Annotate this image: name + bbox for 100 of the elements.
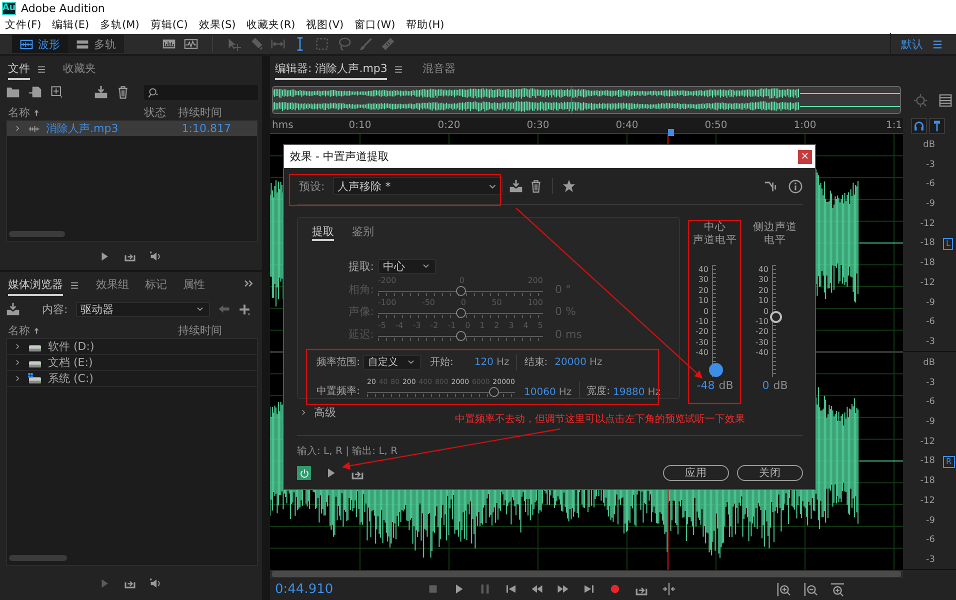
view-mode-tab[interactable]: 多轨 — [68, 35, 124, 53]
editor-tab[interactable]: 编辑器: 消除人声.mp3 — [275, 58, 388, 80]
preset-label: 预设: — [299, 178, 325, 194]
db-scale-label: -12 — [919, 278, 935, 288]
menu-item[interactable]: 帮助(H) — [401, 18, 450, 32]
editor-tab[interactable]: 混音器 — [422, 58, 456, 80]
dialog-button[interactable]: 应用 — [663, 465, 729, 481]
panel-tab[interactable]: 效果组 — [96, 274, 129, 296]
channel-badge[interactable]: L — [943, 238, 954, 250]
window-title: Adobe Audition — [21, 2, 105, 14]
meter-scale-label: -30 — [695, 338, 709, 347]
panel-tab[interactable]: 属性 — [183, 274, 205, 296]
meter-scale-label: 40 — [697, 265, 709, 274]
meter-scale-label: 0 — [762, 306, 769, 316]
meter-scale-label: 20 — [757, 286, 769, 295]
view-mode-tab[interactable]: 波形 — [12, 35, 68, 53]
meter-title: 中心 — [703, 221, 727, 234]
content-label: 内容: — [42, 302, 68, 316]
meter-scale-label: 10 — [697, 296, 709, 306]
width-value[interactable]: 19880 — [612, 387, 645, 398]
meter-title: 侧边声道 — [753, 221, 797, 234]
menu-item[interactable]: 文件(F) — [0, 18, 48, 32]
end-value[interactable]: 20000 — [554, 356, 586, 368]
meter-title: 声道电平 — [693, 234, 737, 247]
db-scale-label: -3 — [925, 378, 935, 388]
meter-scale-label: 20 — [697, 286, 709, 295]
ruler-label: 0:40 — [616, 120, 638, 131]
meter-scale-label: 30 — [757, 275, 769, 284]
menu-item[interactable]: 视图(V) — [301, 18, 350, 32]
width-label: 宽度: — [586, 384, 610, 398]
dialog-button[interactable]: 关闭 — [737, 465, 803, 481]
extract-dropdown[interactable]: 中心 — [378, 258, 436, 274]
level-unit: dB — [773, 379, 788, 392]
db-scale-label: -6 — [925, 179, 935, 190]
meter-scale-label: 10 — [757, 296, 769, 306]
range-label: 频率范围: — [316, 356, 360, 370]
io-label: 输入: L, R | 输出: L, R — [297, 444, 399, 458]
dialog-tab[interactable]: 鉴别 — [352, 224, 374, 241]
meter-scale-label: -10 — [695, 316, 709, 326]
start-unit: Hz — [496, 356, 510, 368]
column-header[interactable]: 名称 — [8, 322, 30, 338]
meter-scale-label: -40 — [695, 348, 709, 357]
menu-item[interactable]: 收藏夹(R) — [242, 18, 302, 32]
channel-badge[interactable]: R — [943, 456, 955, 468]
db-scale-label: dB — [922, 140, 935, 150]
db-scale-label: -6 — [925, 317, 935, 328]
db-scale-label: -9 — [925, 298, 935, 308]
ruler-label: hms — [272, 120, 294, 131]
ruler-label: 1:1 — [886, 120, 902, 131]
column-header[interactable]: 持续时间 — [178, 322, 258, 338]
center-frequency-label: 中置频率: — [316, 384, 360, 398]
meter-scale-label: 40 — [757, 265, 769, 274]
meter-scale-label: -10 — [755, 316, 769, 326]
panel-tab[interactable]: 文件 — [8, 58, 30, 80]
menu-item[interactable]: 窗口(W) — [350, 18, 402, 32]
menu-item[interactable]: 效果(S) — [194, 18, 242, 32]
content-dropdown[interactable]: 驱动器 — [76, 302, 210, 316]
workspace-label[interactable]: 默认 — [901, 36, 923, 52]
advanced-toggle[interactable]: 高级 — [314, 404, 336, 420]
meter-scale-label: -20 — [695, 327, 709, 336]
ruler-label: 0:50 — [704, 120, 728, 131]
db-scale-label: -18 — [919, 456, 935, 466]
dialog-title: 效果 - 中置声道提取 — [290, 149, 389, 164]
panel-tab[interactable]: 标记 — [145, 274, 167, 296]
app-logo: Au — [2, 2, 16, 14]
db-scale-label: -12 — [919, 436, 935, 447]
menu-item[interactable]: 剪辑(C) — [145, 18, 194, 32]
db-scale-label: dB — [922, 358, 935, 368]
drive-row[interactable]: 文档 (E:) — [7, 355, 257, 371]
ruler-label: 1:00 — [794, 120, 816, 131]
drive-row[interactable]: 系统 (C:) — [7, 371, 257, 387]
level-unit: dB — [718, 379, 734, 392]
db-scale-label: -18 — [919, 258, 935, 268]
end-unit: Hz — [589, 356, 602, 368]
column-header[interactable]: 状态 — [144, 104, 178, 120]
ruler-label: 0:20 — [438, 120, 460, 131]
close-button[interactable]: × — [798, 150, 812, 164]
start-label: 开始: — [430, 356, 454, 370]
ruler-label: 0:10 — [348, 120, 372, 131]
drive-row[interactable]: 软件 (D:) — [7, 339, 257, 355]
menu-item[interactable]: 多轨(M) — [95, 18, 146, 32]
end-label: 结束: — [524, 356, 548, 370]
start-value[interactable]: 120 — [474, 356, 494, 368]
meter-title: 电平 — [763, 234, 787, 247]
meter-scale-label: -20 — [755, 327, 769, 336]
panel-tab[interactable]: 媒体浏览器 — [8, 274, 63, 296]
level-value: 0 — [762, 379, 770, 392]
level-value: -48 — [696, 379, 715, 392]
dialog-tab[interactable]: 提取 — [312, 224, 334, 241]
range-dropdown[interactable]: 自定义 — [363, 354, 421, 370]
db-scale-label: -9 — [925, 199, 935, 210]
column-header[interactable]: 名称 — [8, 104, 30, 120]
menu-item[interactable]: 编辑(E) — [47, 18, 96, 32]
meter-scale-label: 30 — [697, 275, 709, 284]
preset-dropdown[interactable]: 人声移除 * — [332, 177, 503, 195]
panel-tab[interactable]: 收藏夹 — [63, 58, 96, 80]
column-header[interactable]: 持续时间 — [178, 104, 258, 120]
center-frequency-value[interactable]: 10060 — [524, 387, 556, 398]
center-frequency-unit: Hz — [558, 387, 572, 398]
meter-scale-label: -30 — [755, 338, 769, 347]
